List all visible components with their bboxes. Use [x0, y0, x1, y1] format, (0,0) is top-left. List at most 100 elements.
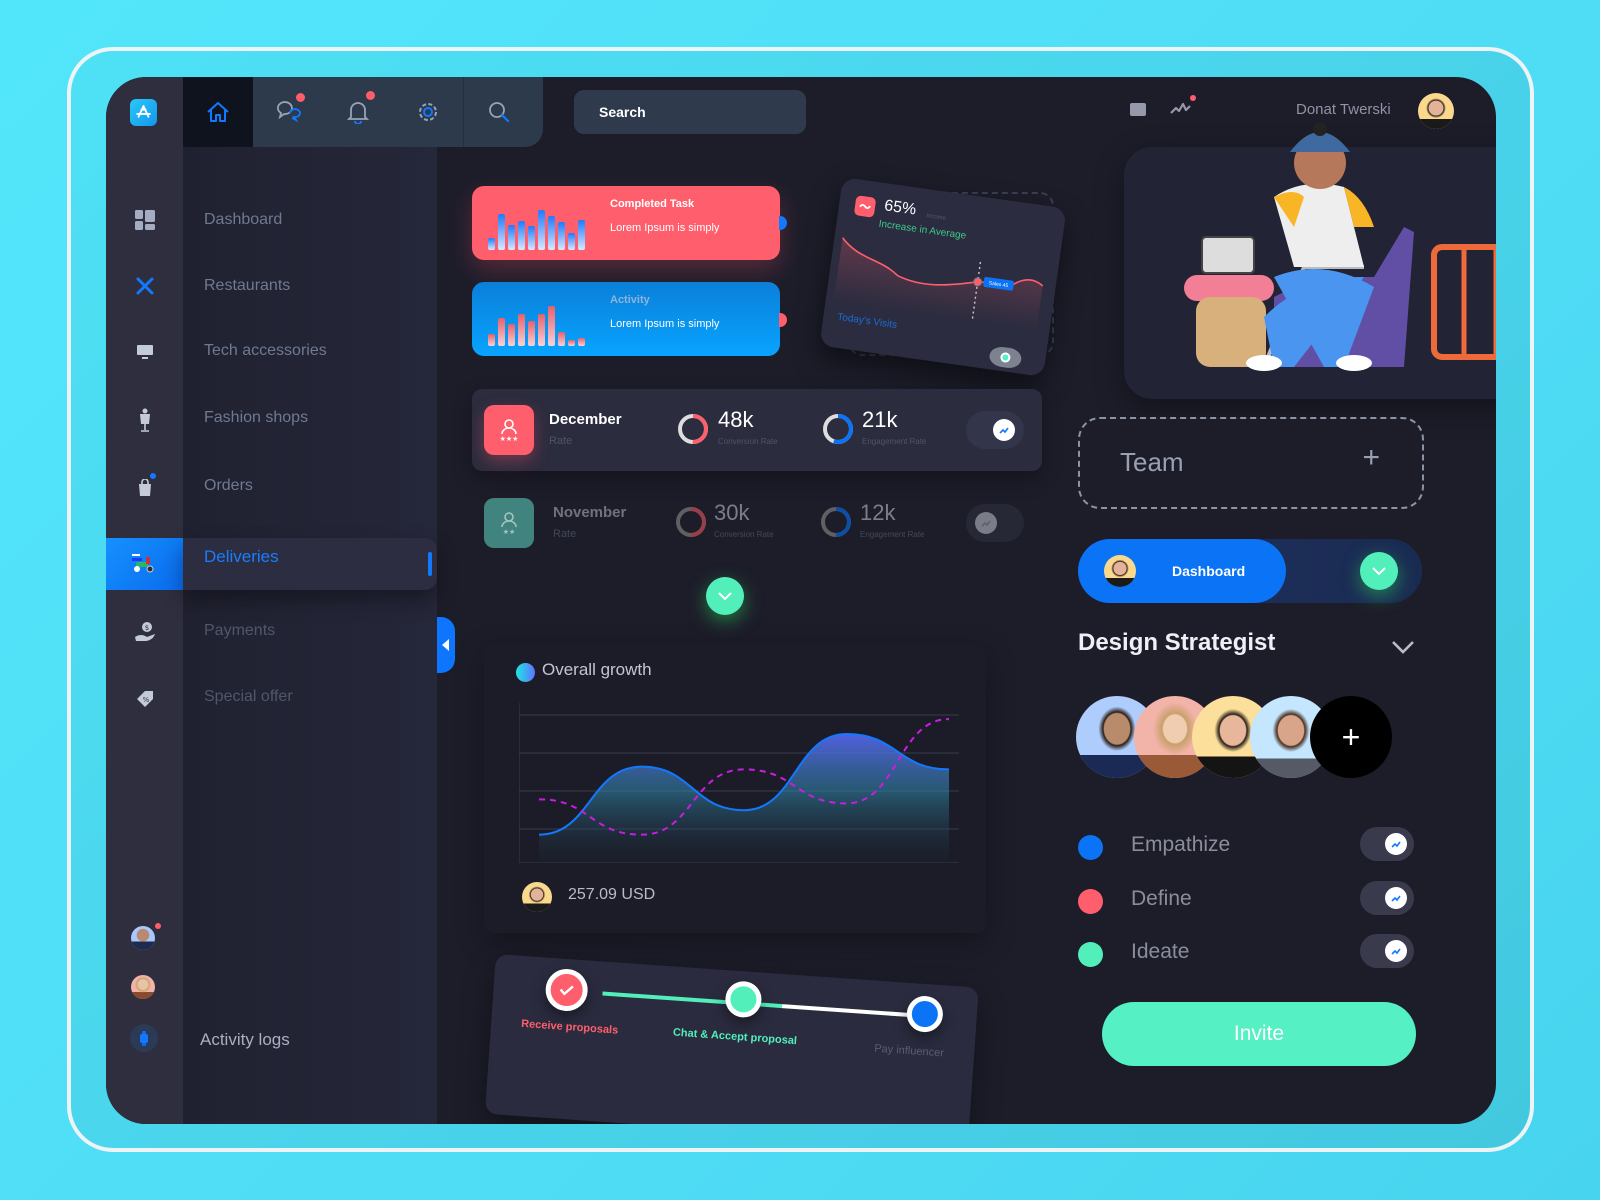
phase-color-dot	[1078, 835, 1103, 860]
sidebar-item-payments[interactable]: Payments	[204, 622, 275, 640]
visits-percent-label: Income	[925, 213, 947, 222]
svg-text:★★: ★★	[503, 528, 516, 535]
stat-row-november[interactable]: ★★ November Rate 30k Conversion Rate 12k…	[472, 482, 1042, 564]
trend-icon	[853, 195, 877, 218]
tab-search[interactable]	[463, 77, 533, 147]
window-icon[interactable]	[1130, 103, 1146, 116]
sidebar-item-special-offer[interactable]: Special offer	[204, 688, 293, 706]
engagement-label: Engagement Rate	[860, 530, 925, 539]
visits-trend-label: Increase in Average	[877, 218, 967, 242]
visits-percent: 65%	[883, 197, 918, 219]
mini-bar	[568, 233, 575, 250]
sidebar-item-orders[interactable]: Orders	[204, 477, 253, 495]
growth-legend-dot	[516, 663, 535, 682]
svg-text:★★★: ★★★	[500, 435, 519, 442]
engagement-value: 21k	[862, 407, 898, 432]
mini-bar	[578, 220, 585, 250]
sidebar-item-deliveries[interactable]: Deliveries	[204, 547, 279, 567]
trend-up-icon	[981, 520, 991, 527]
sparkline-point[interactable]	[973, 277, 983, 287]
conversion-label: Conversion Rate	[714, 530, 774, 539]
card-title: Completed Task	[610, 198, 695, 210]
stat-rate-label: Rate	[549, 435, 573, 447]
phase-ideate: Ideate	[1078, 934, 1422, 970]
empathize-toggle[interactable]	[1360, 827, 1414, 861]
card-subtitle: Lorem Ipsum is simply	[610, 318, 720, 330]
chevron-down-icon	[1392, 641, 1414, 654]
rail-user-avatar[interactable]	[131, 926, 155, 950]
chat-icon	[277, 101, 301, 123]
step-1-receive[interactable]	[544, 967, 590, 1013]
activity-badge	[1190, 95, 1196, 101]
add-member-button[interactable]: +	[1310, 696, 1392, 778]
character-illustration	[1184, 122, 1496, 371]
tag-icon[interactable]: %	[132, 686, 158, 712]
november-toggle[interactable]	[966, 504, 1024, 542]
sidebar-item-restaurants[interactable]: Restaurants	[204, 277, 290, 295]
hand-coin-icon[interactable]: $	[132, 619, 158, 645]
conversion-value: 48k	[718, 407, 754, 432]
tab-notifications[interactable]	[323, 77, 393, 147]
proposal-stepper: Receive proposals Chat & Accept proposal…	[484, 954, 979, 1124]
sidebar-item-fashion-shops[interactable]: Fashion shops	[204, 409, 308, 427]
watch-icon[interactable]	[130, 1024, 158, 1052]
svg-text:%: %	[143, 696, 150, 704]
section-collapse-button[interactable]	[1392, 639, 1414, 658]
grid-icon[interactable]	[132, 207, 158, 233]
tab-messages[interactable]	[253, 77, 323, 147]
growth-chart	[519, 703, 959, 863]
completed-task-card[interactable]: Completed Task Lorem Ipsum is simply	[472, 186, 780, 260]
utensils-icon[interactable]	[132, 273, 158, 299]
mini-bar	[488, 334, 495, 346]
phase-label: Ideate	[1131, 940, 1190, 963]
chevron-down-icon	[718, 591, 732, 600]
conversion-ring	[676, 507, 706, 537]
mini-bar	[528, 321, 535, 346]
trend-up-icon	[1391, 948, 1401, 955]
growth-amount: 257.09 USD	[568, 886, 656, 903]
visits-footer-label: Today's Visits	[836, 311, 898, 332]
engagement-ring	[821, 507, 851, 537]
completed-task-bars	[488, 210, 585, 250]
rail-user-avatar[interactable]	[131, 975, 155, 999]
dashboard-dropdown-button[interactable]	[1360, 552, 1398, 590]
team-label: Team	[1120, 447, 1184, 477]
mannequin-icon[interactable]	[132, 407, 158, 433]
sidebar-item-dashboard[interactable]: Dashboard	[204, 211, 282, 229]
step-label: Pay influencer	[873, 1042, 945, 1060]
mini-bar	[558, 222, 565, 250]
monitor-icon[interactable]	[132, 339, 158, 365]
tab-settings[interactable]	[393, 77, 463, 147]
visits-card[interactable]: 65% Income Increase in Average Sales 45 …	[819, 177, 1067, 377]
growth-user-avatar[interactable]	[522, 882, 552, 912]
active-indicator	[428, 552, 432, 576]
activity-logs-link[interactable]: Activity logs	[200, 1030, 290, 1050]
team-box[interactable]: Team +	[1078, 417, 1424, 509]
trend-up-icon	[999, 427, 1009, 434]
mini-bar	[498, 214, 505, 250]
dashboard-pill-button[interactable]: Dashboard	[1078, 539, 1286, 603]
december-toggle[interactable]	[966, 411, 1024, 449]
step-2-chat[interactable]	[724, 980, 763, 1019]
card-tab	[779, 313, 787, 327]
user-name: Donat Twerski	[1296, 101, 1391, 118]
step-label: Receive proposals	[520, 1017, 619, 1037]
invite-button[interactable]: Invite	[1102, 1002, 1416, 1066]
messages-badge	[296, 93, 305, 102]
bag-icon[interactable]	[132, 473, 158, 501]
search-input[interactable]: Search	[574, 90, 806, 134]
sidebar-item-tech-accessories[interactable]: Tech accessories	[204, 342, 327, 360]
add-team-button[interactable]: +	[1362, 441, 1380, 475]
activity-card[interactable]: Activity Lorem Ipsum is simply	[472, 282, 780, 356]
stat-row-december[interactable]: ★★★ December Rate 48k Conversion Rate 21…	[472, 389, 1042, 471]
expand-button[interactable]	[706, 577, 744, 615]
define-toggle[interactable]	[1360, 881, 1414, 915]
step-3-pay[interactable]	[905, 994, 945, 1034]
ideate-toggle[interactable]	[1360, 934, 1414, 968]
eye-icon[interactable]	[988, 345, 1023, 370]
tab-home[interactable]	[183, 77, 253, 147]
app-logo-icon[interactable]	[130, 99, 157, 126]
stat-month: December	[549, 411, 622, 428]
conversion-label: Conversion Rate	[718, 437, 778, 446]
sidebar-collapse-button[interactable]	[437, 617, 455, 673]
